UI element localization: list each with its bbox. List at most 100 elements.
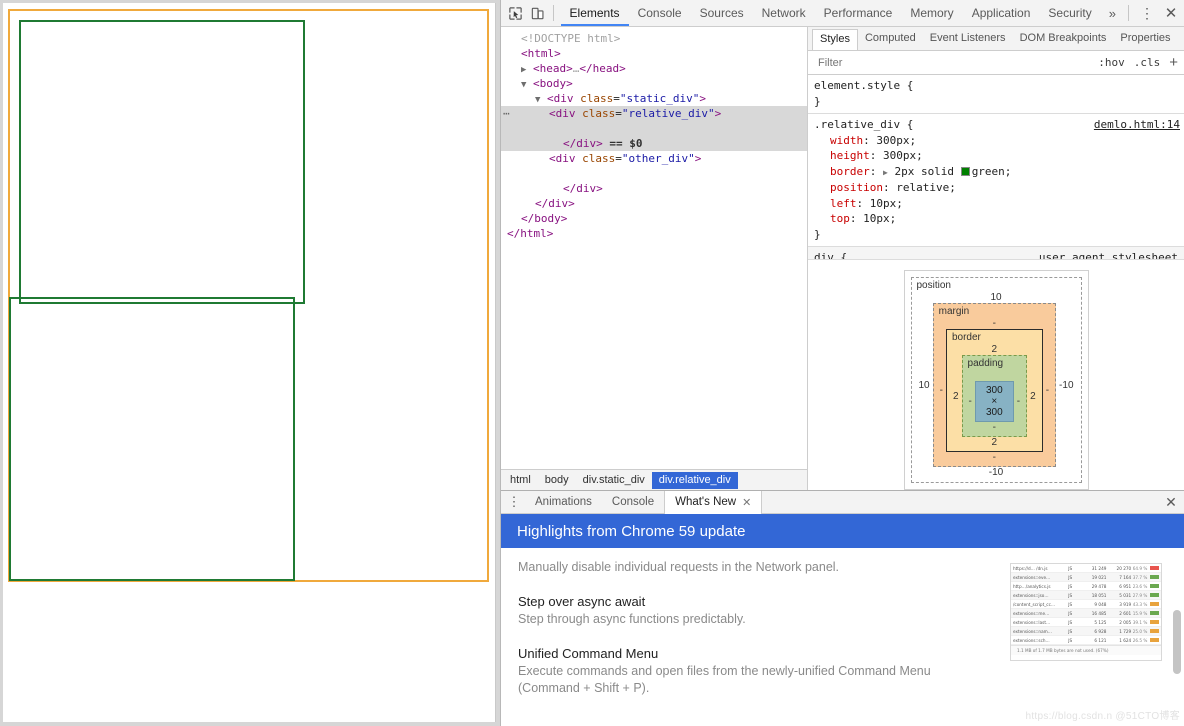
styles-tab-properties[interactable]: Properties [1113, 29, 1177, 48]
whats-new-entry-title: Step over async await [518, 594, 646, 609]
thumbnail-url: https://d… /dn.js [1013, 565, 1048, 571]
dom-node-line[interactable]: </html> [501, 226, 807, 241]
expand-shorthand-icon[interactable]: ▶ [883, 168, 888, 177]
box-model-margin-row: - border 2 2 padding - 300 × 300 - - 2 2… [937, 329, 1052, 452]
box-model-border-right[interactable]: 2 [1027, 391, 1039, 402]
box-model-border-bottom[interactable]: 2 [950, 437, 1039, 448]
styles-tab-event-listeners[interactable]: Event Listeners [923, 29, 1013, 48]
box-model-position-left[interactable]: 10 [916, 380, 933, 391]
box-model-border-left[interactable]: 2 [950, 391, 962, 402]
dom-node-line[interactable]: <html> [501, 46, 807, 61]
devtools-screenshot: Elements Console Sources Network Performance… [0, 0, 1184, 726]
styles-tab-dom-breakpoints[interactable]: DOM Breakpoints [1013, 29, 1114, 48]
css-selector[interactable]: element.style { [814, 78, 1184, 94]
thumbnail-type: JS [1068, 637, 1073, 643]
close-drawer-icon[interactable]: ✕ [1158, 491, 1184, 513]
thumbnail-url: extensions::last… [1013, 619, 1051, 625]
thumbnail-row: https://d… /dn.js JS 31 249 20 270 64.9 % [1011, 564, 1161, 573]
node-ellipsis-icon[interactable]: ⋯ [503, 106, 510, 121]
box-model-margin-bottom[interactable]: - [937, 452, 1052, 463]
box-model-padding-left[interactable]: - [966, 396, 975, 407]
thumbnail-bar [1150, 566, 1159, 570]
dom-node-line[interactable] [501, 121, 807, 136]
cls-toggle-button[interactable]: .cls [1134, 56, 1161, 69]
panel-tab-application[interactable]: Application [963, 0, 1040, 26]
panel-tab-performance[interactable]: Performance [815, 0, 902, 26]
panel-tab-console[interactable]: Console [629, 0, 691, 26]
dom-node-line[interactable]: </div> [501, 181, 807, 196]
thumbnail-unused: 1 624 [1119, 637, 1132, 643]
thumbnail-bar [1150, 575, 1159, 579]
whats-new-body: Manually disable individual requests in … [501, 548, 1184, 726]
styles-tab-styles[interactable]: Styles [812, 28, 858, 50]
breadcrumb-item[interactable]: div.relative_div [651, 471, 738, 489]
more-panels-button[interactable]: » [1101, 6, 1124, 21]
css-declaration[interactable]: top: 10px; [814, 211, 1184, 227]
thumbnail-row: http…/analytics.js JS 29 478 6 951 23.6 % [1011, 582, 1161, 591]
thumbnail-row: extensions::me… JS 16 485 2 601 15.9 % [1011, 609, 1161, 618]
dom-node-line[interactable]: ▼ <div class="static_div"> [501, 91, 807, 106]
breadcrumb-item[interactable]: html [503, 472, 538, 489]
panel-tab-sources[interactable]: Sources [691, 0, 753, 26]
drawer-tab-label: Console [611, 495, 655, 508]
device-toolbar-icon[interactable] [527, 1, 549, 25]
dom-node-line[interactable]: ▼ <body> [501, 76, 807, 91]
drawer-tab-animations[interactable]: Animations [525, 491, 602, 513]
box-model-padding-right[interactable]: - [1014, 396, 1023, 407]
drawer-menu-icon[interactable]: ⋮ [503, 491, 525, 513]
css-declaration[interactable]: left: 10px; [814, 196, 1184, 212]
devtools-panel: Elements Console Sources Network Performance… [500, 0, 1184, 726]
dom-node-line[interactable]: <!DOCTYPE html> [501, 31, 807, 46]
inspect-element-icon[interactable] [505, 1, 527, 25]
close-devtools-icon[interactable]: ✕ [1158, 1, 1184, 25]
breadcrumb-item[interactable]: div.static_div [576, 472, 652, 489]
box-model-position-right[interactable]: -10 [1056, 380, 1076, 391]
drawer-tab-console[interactable]: Console [602, 491, 664, 513]
styles-filter-input[interactable] [816, 55, 1090, 70]
dom-node-line[interactable]: <div class="other_div"> [501, 151, 807, 166]
thumbnail-total: 5 125 [1094, 619, 1107, 625]
dom-node-line[interactable] [501, 166, 807, 181]
toolbar-divider-2 [1128, 5, 1129, 21]
css-declaration[interactable]: position: relative; [814, 180, 1184, 196]
box-model-margin-top[interactable]: - [937, 318, 1052, 329]
box-model-border-top[interactable]: 2 [950, 344, 1039, 355]
panel-tab-security[interactable]: Security [1039, 0, 1100, 26]
drawer-tab-list: ⋮ Animations Console What's New ✕ ✕ [501, 491, 1184, 514]
css-property: top [830, 212, 850, 225]
new-style-rule-button[interactable]: + [1169, 54, 1178, 71]
stylesheet-source-link[interactable]: demlo.html:14 [1094, 117, 1180, 133]
dom-tree[interactable]: <!DOCTYPE html> <html> ▶ <head>…</head> ▼ <… [501, 27, 807, 469]
devtools-toolbar: Elements Console Sources Network Performance… [501, 0, 1184, 27]
css-declaration[interactable]: border: ▶ 2px solid green; [814, 164, 1184, 181]
box-model-position-bottom[interactable]: -10 [916, 467, 1077, 478]
box-model-margin-left[interactable]: - [937, 385, 946, 396]
breadcrumb-item[interactable]: body [538, 472, 576, 489]
css-value: : relative; [882, 181, 956, 194]
dom-node-line[interactable]: </body> [501, 211, 807, 226]
whats-new-scrollbar[interactable] [1173, 610, 1181, 674]
box-model-position-top[interactable]: 10 [916, 292, 1077, 303]
thumbnail-type: JS [1068, 574, 1073, 580]
color-swatch[interactable] [960, 166, 970, 176]
css-declaration[interactable]: height: 300px; [814, 148, 1184, 164]
drawer-tab-what-s-new[interactable]: What's New ✕ [664, 491, 763, 514]
styles-tab-computed[interactable]: Computed [858, 29, 923, 48]
whats-new-entry-desc: Manually disable individual requests in … [518, 560, 840, 574]
panel-tab-elements[interactable]: Elements [561, 0, 629, 26]
dom-node-line[interactable]: ⋯ <div class="relative_div"> [501, 106, 807, 121]
dom-node-line[interactable]: </div> [501, 196, 807, 211]
panel-tab-network[interactable]: Network [753, 0, 815, 26]
panel-tab-memory[interactable]: Memory [901, 0, 962, 26]
box-model-margin-right[interactable]: - [1043, 385, 1052, 396]
dom-node-line[interactable]: ▶ <head>…</head> [501, 61, 807, 76]
devtools-menu-icon[interactable]: ⋮ [1136, 1, 1158, 25]
dom-node-line[interactable]: </div> == $0 [501, 136, 807, 151]
thumbnail-total: 18 051 [1091, 592, 1107, 598]
box-model-padding-bottom[interactable]: - [966, 422, 1024, 433]
hov-toggle-button[interactable]: :hov [1098, 56, 1125, 69]
thumbnail-total: 6 928 [1094, 628, 1107, 634]
box-model-content-size[interactable]: 300 × 300 [974, 381, 1014, 422]
css-declaration[interactable]: width: 300px; [814, 133, 1184, 149]
close-tab-icon[interactable]: ✕ [742, 496, 751, 509]
